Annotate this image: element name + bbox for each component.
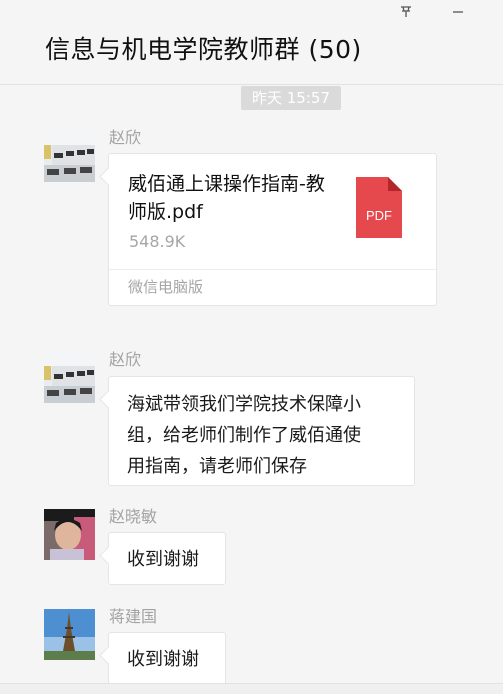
pin-icon[interactable] bbox=[392, 2, 420, 24]
text-message-bubble[interactable]: 海斌带领我们学院技术保障小 组，给老师们制作了威佰通使 用指南，请老师们保存 bbox=[108, 376, 415, 486]
sender-name: 蒋建国 bbox=[109, 607, 158, 626]
file-name: 威佰通上课操作指南-教师版.pdf bbox=[128, 173, 325, 223]
avatar-zhaoxiaomin[interactable] bbox=[44, 509, 95, 560]
file-source-label: 微信电脑版 bbox=[128, 278, 204, 296]
message-text: 收到谢谢 bbox=[127, 649, 199, 670]
input-area-border bbox=[0, 683, 503, 694]
message-text: 收到谢谢 bbox=[127, 549, 199, 570]
minimize-icon[interactable] bbox=[444, 2, 472, 24]
svg-text:PDF: PDF bbox=[366, 208, 392, 223]
sender-name: 赵欣 bbox=[109, 128, 142, 147]
pdf-file-icon: PDF bbox=[356, 177, 402, 238]
message-text: 海斌带领我们学院技术保障小 组，给老师们制作了威佰通使 用指南，请老师们保存 bbox=[127, 389, 361, 482]
message-line: 组，给老师们制作了威佰通使 bbox=[127, 425, 361, 446]
file-size: 548.9K bbox=[129, 232, 186, 251]
file-card-divider bbox=[109, 269, 436, 270]
sender-name: 赵欣 bbox=[109, 350, 142, 369]
text-message-bubble[interactable]: 收到谢谢 bbox=[108, 632, 226, 685]
file-message-card[interactable]: 威佰通上课操作指南-教师版.pdf 548.9K PDF 微信电脑版 bbox=[108, 153, 437, 306]
title-bar: 信息与机电学院教师群 (50) bbox=[0, 0, 503, 85]
sender-name: 赵晓敏 bbox=[109, 507, 158, 526]
text-message-bubble[interactable]: 收到谢谢 bbox=[108, 532, 226, 585]
avatar-jiangjianguo[interactable] bbox=[44, 609, 95, 660]
message-line: 用指南，请老师们保存 bbox=[127, 456, 307, 477]
avatar-zhaoxin-1[interactable] bbox=[44, 131, 95, 182]
chat-title: 信息与机电学院教师群 (50) bbox=[45, 35, 362, 64]
message-line: 海斌带领我们学院技术保障小 bbox=[127, 394, 361, 415]
avatar-zhaoxin-2[interactable] bbox=[44, 352, 95, 403]
timestamp: 昨天 15:57 bbox=[241, 86, 341, 110]
